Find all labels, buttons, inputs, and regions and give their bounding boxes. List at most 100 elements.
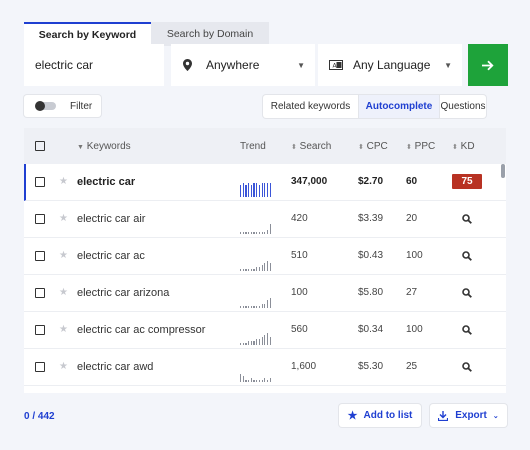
keyword-text[interactable]: electric car <box>77 176 135 188</box>
cpc-value: $2.70 <box>358 176 384 187</box>
trend-bar <box>269 337 271 345</box>
trend-bar <box>253 183 255 197</box>
location-select[interactable]: Anywhere ▼ <box>171 44 315 86</box>
search-submit-button[interactable] <box>468 44 508 86</box>
mode-related-keywords[interactable]: Related keywords <box>263 95 358 118</box>
tab-search-by-keyword[interactable]: Search by Keyword <box>24 22 151 46</box>
cpc-value: $3.39 <box>358 213 384 224</box>
select-all-checkbox[interactable] <box>35 141 45 151</box>
trend-bar <box>264 263 266 271</box>
sort-icon: ⬍ <box>291 144 297 151</box>
row-checkbox[interactable] <box>35 177 45 187</box>
favorite-star-icon[interactable]: ★ <box>59 213 68 224</box>
favorite-star-icon[interactable]: ★ <box>59 176 68 187</box>
kd-badge: 75 <box>452 174 482 189</box>
table-row[interactable]: ★ electric car awd 1,600 $5.30 25 <box>24 349 506 386</box>
search-icon[interactable] <box>462 288 472 301</box>
trend-bar <box>242 269 244 271</box>
chevron-down-icon: ⌄ <box>492 412 499 420</box>
trend-bar <box>264 335 266 345</box>
row-checkbox[interactable] <box>35 325 45 335</box>
search-value: 510 <box>291 250 308 261</box>
cpc-value: $5.80 <box>358 287 384 298</box>
table-row[interactable]: ★ electric car ac compressor 560 $0.34 100 <box>24 312 506 349</box>
favorite-star-icon[interactable]: ★ <box>59 324 68 335</box>
location-value: Anywhere <box>206 58 260 72</box>
header-kd[interactable]: ⬍ KD <box>452 141 475 152</box>
scrollbar-thumb[interactable] <box>501 164 505 178</box>
search-value: 420 <box>291 213 308 224</box>
row-checkbox[interactable] <box>35 214 45 224</box>
keyword-text[interactable]: electric car ac <box>77 250 145 262</box>
selection-count: 0 / 442 <box>24 411 55 422</box>
search-value: 100 <box>291 287 308 298</box>
trend-bar <box>269 263 271 271</box>
tab-search-by-domain[interactable]: Search by Domain <box>151 22 269 46</box>
mode-questions[interactable]: Questions <box>440 95 486 118</box>
location-pin-icon <box>183 59 192 71</box>
filter-toggle[interactable]: Filter <box>24 95 101 117</box>
row-checkbox[interactable] <box>35 362 45 372</box>
table-body: ★ electric car 347,000 $2.70 60 75 ★ electric c… <box>24 164 506 386</box>
trend-bar <box>242 376 244 382</box>
search-icon[interactable] <box>462 251 472 264</box>
ppc-value: 27 <box>406 287 418 298</box>
trend-bar <box>245 306 247 308</box>
trend-bar <box>250 185 253 197</box>
table-row[interactable]: ★ electric car 347,000 $2.70 60 75 <box>24 164 506 201</box>
trend-bar <box>269 378 271 382</box>
header-trend: Trend <box>240 141 266 152</box>
trend-bar <box>256 306 258 308</box>
favorite-star-icon[interactable]: ★ <box>59 361 68 372</box>
trend-bar <box>269 298 271 308</box>
trend-bar <box>248 183 250 197</box>
trend-bar <box>256 267 258 271</box>
search-icon[interactable] <box>462 325 472 338</box>
header-search[interactable]: ⬍ Search <box>291 141 331 152</box>
language-icon: A <box>329 60 343 70</box>
favorite-star-icon[interactable]: ★ <box>59 250 68 261</box>
trend-bar <box>240 269 242 271</box>
header-ppc[interactable]: ⬍ PPC <box>406 141 435 152</box>
trend-bar <box>250 232 253 234</box>
header-cpc[interactable]: ⬍ CPC <box>358 141 388 152</box>
row-checkbox[interactable] <box>35 251 45 261</box>
table-row[interactable]: ★ electric car air 420 $3.39 20 <box>24 201 506 238</box>
search-icon[interactable] <box>462 214 472 227</box>
trend-bar <box>248 306 250 308</box>
search-icon[interactable] <box>462 362 472 375</box>
toggle-switch[interactable] <box>35 101 56 111</box>
trend-bar <box>258 339 261 345</box>
keyword-text[interactable]: electric car air <box>77 213 145 225</box>
search-bar: electric car Anywhere ▼ A Any Language ▼ <box>24 44 508 86</box>
keywords-table: ▼ Keywords Trend ⬍ Search ⬍ CPC ⬍ PPC ⬍ … <box>24 128 506 393</box>
header-keywords[interactable]: ▼ Keywords <box>77 141 131 152</box>
table-header: ▼ Keywords Trend ⬍ Search ⬍ CPC ⬍ PPC ⬍ … <box>24 128 506 164</box>
mode-autocomplete[interactable]: Autocomplete <box>358 95 440 118</box>
keyword-text[interactable]: electric car arizona <box>77 287 169 299</box>
favorite-star-icon[interactable]: ★ <box>59 287 68 298</box>
add-to-list-button[interactable]: ★ Add to list <box>339 404 421 427</box>
sort-icon: ⬍ <box>358 144 364 151</box>
keyword-text[interactable]: electric car ac compressor <box>77 324 205 336</box>
trend-bar <box>242 306 244 308</box>
trend-bar <box>245 185 247 197</box>
language-select[interactable]: A Any Language ▼ <box>318 44 462 86</box>
trend-bar <box>248 232 250 234</box>
trend-bar <box>261 304 263 308</box>
sort-icon: ⬍ <box>406 144 412 151</box>
ppc-value: 100 <box>406 324 423 335</box>
trend-bar <box>253 269 255 271</box>
table-row[interactable]: ★ electric car ac 510 $0.43 100 <box>24 238 506 275</box>
export-button[interactable]: Export ⌄ <box>430 404 507 427</box>
trend-sparkline <box>240 219 274 234</box>
table-row[interactable]: ★ electric car arizona 100 $5.80 27 <box>24 275 506 312</box>
keyword-text[interactable]: electric car awd <box>77 361 153 373</box>
keyword-input[interactable]: electric car <box>24 44 164 86</box>
row-checkbox[interactable] <box>35 288 45 298</box>
cpc-value: $0.34 <box>358 324 384 335</box>
trend-sparkline <box>240 182 274 197</box>
ppc-value: 100 <box>406 250 423 261</box>
trend-bar <box>258 232 261 234</box>
trend-bar <box>250 341 253 345</box>
